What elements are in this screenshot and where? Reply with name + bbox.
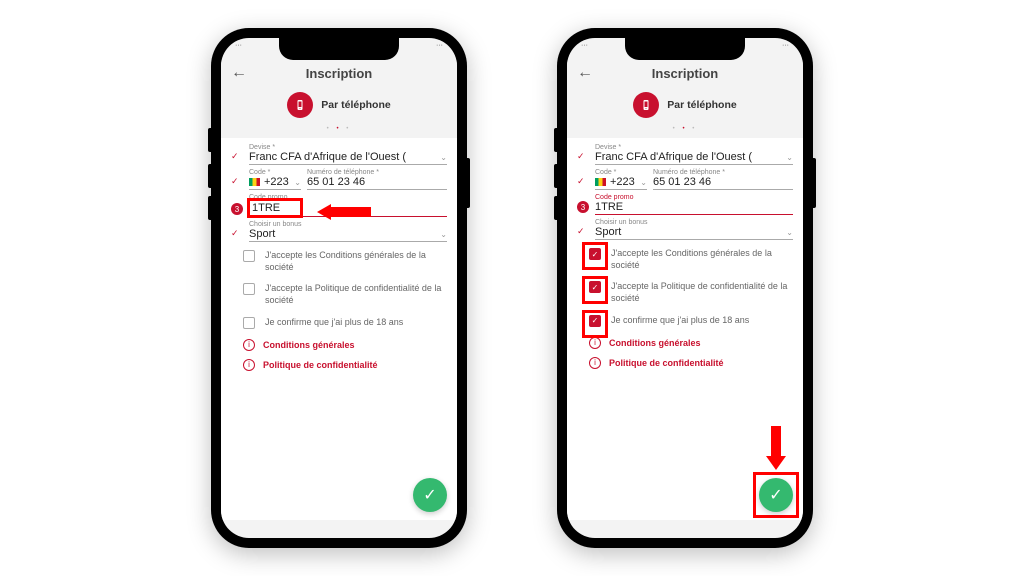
age-checkbox[interactable]: ✓ <box>589 315 601 327</box>
code-value: +223 <box>264 176 289 188</box>
arrow-annotation <box>769 426 783 470</box>
header: ← Inscription Par téléphone • • • <box>221 60 457 138</box>
page-title: Inscription <box>231 66 447 81</box>
check-icon: ✓ <box>231 228 243 242</box>
age-text: Je confirme que j'ai plus de 18 ans <box>265 317 403 329</box>
bonus-label: Choisir un bonus <box>249 221 447 228</box>
chevron-down-icon: ⌄ <box>440 230 447 239</box>
currency-field[interactable]: Devise * Franc CFA d'Afrique de l'Ouest … <box>595 144 793 165</box>
submit-button[interactable]: ✓ <box>759 478 793 512</box>
notch <box>625 38 745 60</box>
privacy-checkbox[interactable] <box>243 283 255 295</box>
currency-value: Franc CFA d'Afrique de l'Ouest ( <box>249 151 406 163</box>
submit-button[interactable]: ✓ <box>413 478 447 512</box>
chevron-down-icon: ⌄ <box>786 153 793 162</box>
terms-checks: ✓ J'accepte les Conditions générales de … <box>577 248 793 327</box>
info-icon: i <box>589 357 601 369</box>
phone-mockup-right: ······ ← Inscription Par téléphone • • •… <box>557 28 813 548</box>
promo-value: 1TRE <box>595 201 793 213</box>
step-badge: 3 <box>577 201 589 213</box>
bonus-field[interactable]: Choisir un bonus Sport ⌄ <box>249 221 447 242</box>
check-icon: ✓ <box>231 176 243 190</box>
currency-value: Franc CFA d'Afrique de l'Ouest ( <box>595 151 752 163</box>
check-icon: ✓ <box>231 151 243 165</box>
info-icon: i <box>243 359 255 371</box>
privacy-text: J'accepte la Politique de confidentialit… <box>611 281 793 304</box>
currency-field[interactable]: Devise * Franc CFA d'Afrique de l'Ouest … <box>249 144 447 165</box>
age-text: Je confirme que j'ai plus de 18 ans <box>611 315 749 327</box>
phone-icon <box>287 92 313 118</box>
terms-checks: J'accepte les Conditions générales de la… <box>231 250 447 329</box>
terms-checkbox[interactable]: ✓ <box>589 248 601 260</box>
links: i Conditions générales i Politique de co… <box>231 339 447 371</box>
check-icon: ✓ <box>577 176 589 190</box>
phone-field[interactable]: Numéro de téléphone * 65 01 23 46 <box>653 169 793 190</box>
privacy-text: J'accepte la Politique de confidentialit… <box>265 283 447 306</box>
arrow-annotation <box>317 204 371 220</box>
check-icon: ✓ <box>577 226 589 240</box>
chevron-down-icon: ⌄ <box>786 228 793 237</box>
code-value: +223 <box>610 176 635 188</box>
privacy-link-text: Politique de confidentialité <box>609 358 724 368</box>
chevron-down-icon: ⌄ <box>440 153 447 162</box>
chevron-down-icon: ⌄ <box>640 178 647 187</box>
page-title: Inscription <box>577 66 793 81</box>
code-label: Code * <box>249 169 301 176</box>
age-checkbox[interactable] <box>243 317 255 329</box>
form: ✓ Devise * Franc CFA d'Afrique de l'Oues… <box>221 138 457 520</box>
code-label: Code * <box>595 169 647 176</box>
currency-label: Devise * <box>249 144 447 151</box>
terms-checkbox[interactable] <box>243 250 255 262</box>
method-label: Par téléphone <box>321 99 390 111</box>
page-dots: • • • <box>567 126 803 132</box>
phone-field[interactable]: Numéro de téléphone * 65 01 23 46 <box>307 169 447 190</box>
code-field[interactable]: Code * +223 ⌄ <box>249 169 301 190</box>
terms-link[interactable]: i Conditions générales <box>231 339 447 351</box>
screen: ······ ← Inscription Par téléphone • • •… <box>221 38 457 538</box>
bonus-field[interactable]: Choisir un bonus Sport ⌄ <box>595 219 793 240</box>
registration-method[interactable]: Par téléphone <box>567 92 803 118</box>
bonus-value: Sport <box>249 228 275 240</box>
screen: ······ ← Inscription Par téléphone • • •… <box>567 38 803 538</box>
links: i Conditions générales i Politique de co… <box>577 337 793 369</box>
header: ← Inscription Par téléphone • • • <box>567 60 803 138</box>
currency-label: Devise * <box>595 144 793 151</box>
form: ✓ Devise * Franc CFA d'Afrique de l'Oues… <box>567 138 803 520</box>
privacy-link[interactable]: i Politique de confidentialité <box>231 359 447 371</box>
check-icon: ✓ <box>577 151 589 165</box>
privacy-link[interactable]: i Politique de confidentialité <box>577 357 793 369</box>
terms-link-text: Conditions générales <box>609 338 701 348</box>
promo-field[interactable]: Code promo 1TRE <box>595 194 793 215</box>
method-label: Par téléphone <box>667 99 736 111</box>
notch <box>279 38 399 60</box>
promo-value: 1TRE <box>252 202 280 214</box>
flag-icon <box>249 178 260 186</box>
page-dots: • • • <box>221 126 457 132</box>
step-badge: 3 <box>231 203 243 215</box>
code-field[interactable]: Code * +223 ⌄ <box>595 169 647 190</box>
flag-icon <box>595 178 606 186</box>
terms-text: J'accepte les Conditions générales de la… <box>265 250 447 273</box>
promo-label: Code promo <box>595 194 793 201</box>
phone-value: 65 01 23 46 <box>653 176 793 188</box>
phone-value: 65 01 23 46 <box>307 176 447 188</box>
privacy-link-text: Politique de confidentialité <box>263 360 378 370</box>
phone-label: Numéro de téléphone * <box>653 169 793 176</box>
phone-mockup-left: ······ ← Inscription Par téléphone • • •… <box>211 28 467 548</box>
terms-link[interactable]: i Conditions générales <box>577 337 793 349</box>
privacy-checkbox[interactable]: ✓ <box>589 281 601 293</box>
terms-text: J'accepte les Conditions générales de la… <box>611 248 793 271</box>
chevron-down-icon: ⌄ <box>294 178 301 187</box>
promo-highlight: 1TRE <box>247 198 303 218</box>
bonus-label: Choisir un bonus <box>595 219 793 226</box>
phone-label: Numéro de téléphone * <box>307 169 447 176</box>
registration-method[interactable]: Par téléphone <box>221 92 457 118</box>
info-icon: i <box>589 337 601 349</box>
phone-icon <box>633 92 659 118</box>
bonus-value: Sport <box>595 226 621 238</box>
info-icon: i <box>243 339 255 351</box>
terms-link-text: Conditions générales <box>263 340 355 350</box>
